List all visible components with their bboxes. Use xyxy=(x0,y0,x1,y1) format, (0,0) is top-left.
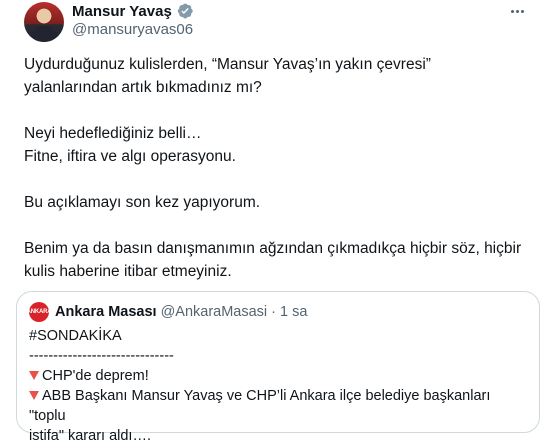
quoted-line: istifa" kararı aldı…. xyxy=(29,428,151,444)
tweet-line: Fitne, iftira ve algı operasyonu. xyxy=(24,148,236,165)
tweet-line: Benim ya da basın danışmanımın ağzından … xyxy=(24,240,522,257)
quoted-line-with-marker: CHP'de deprem! xyxy=(29,366,527,386)
tweet-line: Bu açıklamayı son kez yapıyorum. xyxy=(24,194,261,211)
quoted-tweet-text: #SONDAKİKA -----------------------------… xyxy=(29,326,527,444)
author-handle[interactable]: @mansuryavas06 xyxy=(72,21,193,38)
quoted-tweet-header: ANKARA Ankara Masası @AnkaraMasasi · 1 s… xyxy=(27,302,527,322)
quoted-line: #SONDAKİKA xyxy=(29,328,122,344)
tweet-line: yalanlarından artık bıkmadınız mı? xyxy=(24,79,262,96)
tweet-line: Neyi hedeflediğiniz belli… xyxy=(24,125,202,142)
quoted-timestamp: 1 sa xyxy=(280,304,308,320)
quoted-line: CHP'de deprem! xyxy=(42,368,149,384)
tweet-line: kulis haberine itibar etmeyiniz. xyxy=(24,263,232,280)
author-display-name[interactable]: Mansur Yavaş xyxy=(72,3,172,20)
author-avatar[interactable] xyxy=(24,2,64,42)
red-triangle-icon xyxy=(29,371,39,380)
more-options-icon[interactable] xyxy=(506,2,528,20)
quoted-author-avatar: ANKARA xyxy=(27,302,52,322)
verified-badge-icon xyxy=(177,3,193,19)
quoted-line-with-marker: ABB Başkanı Mansur Yavaş ve CHP’li Ankar… xyxy=(29,386,527,426)
quoted-author-handle: @AnkaraMasasi xyxy=(160,304,268,320)
tweet-line: Uydurduğunuz kulislerden, “Mansur Yavaş’… xyxy=(24,56,431,73)
tweet-header: Mansur Yavaş @mansuryavas06 xyxy=(16,0,536,44)
quoted-author-name: Ankara Masası xyxy=(55,304,157,320)
quoted-line: ------------------------------ xyxy=(29,348,174,364)
tweet-text: Uydurduğunuz kulislerden, “Mansur Yavaş’… xyxy=(24,53,534,283)
red-triangle-icon xyxy=(29,391,39,400)
quoted-line: ABB Başkanı Mansur Yavaş ve CHP’li Ankar… xyxy=(29,388,491,424)
quoted-tweet[interactable]: ANKARA Ankara Masası @AnkaraMasasi · 1 s… xyxy=(16,291,540,444)
author-name-row: Mansur Yavaş xyxy=(72,1,194,21)
separator-dot: · xyxy=(271,304,276,320)
